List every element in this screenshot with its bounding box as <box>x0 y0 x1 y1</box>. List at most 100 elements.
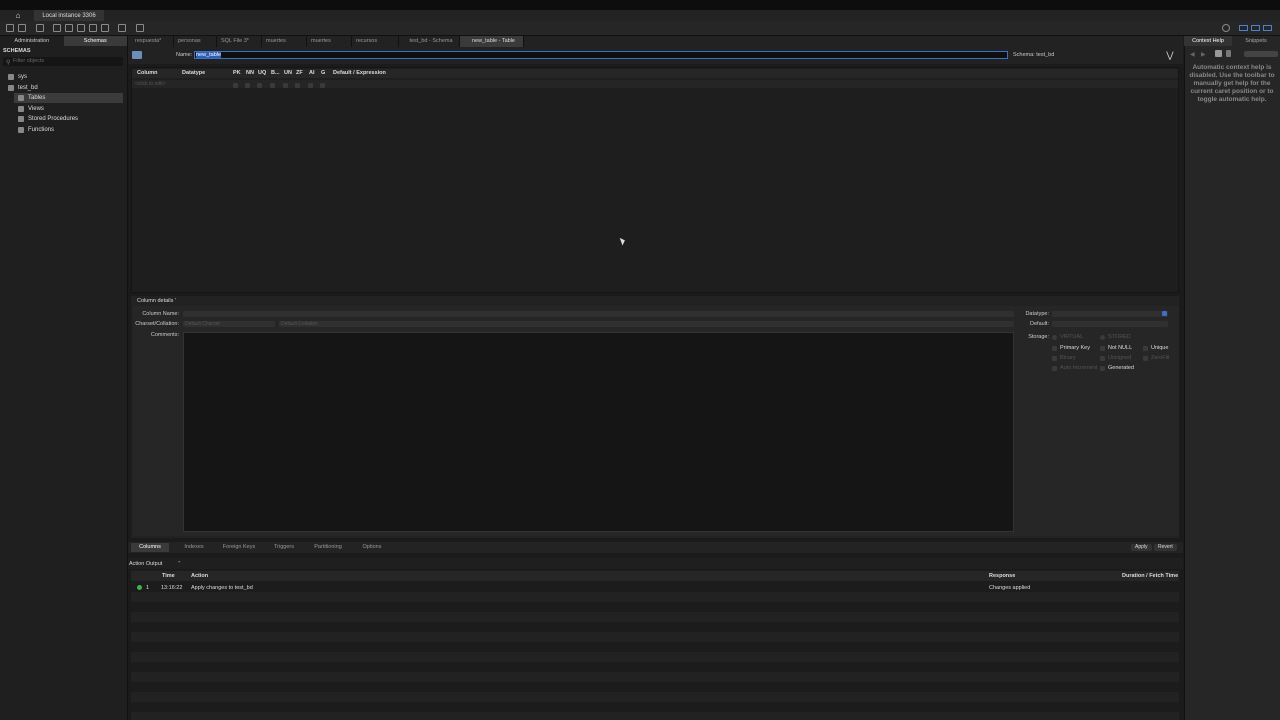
collapse-chevron-icon[interactable]: ⋁ <box>1165 50 1175 60</box>
header-duration[interactable]: Duration / Fetch Time <box>1122 573 1178 579</box>
header-zf[interactable]: ZF <box>296 70 303 76</box>
header-action[interactable]: Action <box>191 573 208 579</box>
create-view-icon[interactable] <box>77 24 85 32</box>
header-response[interactable]: Response <box>989 573 1015 579</box>
tab-administration[interactable]: Administration <box>0 36 64 46</box>
un-checkbox[interactable] <box>283 83 288 88</box>
tab-snippets[interactable]: Snippets <box>1232 36 1280 46</box>
editor-tab[interactable]: personas <box>174 36 217 47</box>
header-g[interactable]: G <box>321 70 325 76</box>
manual-help-icon[interactable] <box>1226 50 1231 57</box>
comments-textarea[interactable] <box>183 332 1014 532</box>
create-function-icon[interactable] <box>101 24 109 32</box>
header-time[interactable]: Time <box>162 573 175 579</box>
toggle-sidebar-icon[interactable] <box>1239 25 1248 31</box>
uq-checkbox[interactable] <box>257 83 262 88</box>
editor-tab[interactable]: recursos <box>352 36 399 47</box>
storage-virtual-radio[interactable]: VIRTUAL <box>1052 334 1083 340</box>
forward-arrow-icon[interactable]: ▶ <box>1201 51 1206 58</box>
tree-tables[interactable]: Tables <box>14 93 123 103</box>
generated-checkbox[interactable]: Generated <box>1100 365 1134 371</box>
editor-tab[interactable]: SQL File 3* <box>217 36 262 47</box>
home-icon[interactable]: ⌂ <box>8 10 28 21</box>
auto-help-toggle-icon[interactable] <box>1215 50 1222 57</box>
tree-schema-sys[interactable]: sys <box>8 72 27 82</box>
checkbox-icon <box>1052 345 1057 351</box>
header-un[interactable]: UN <box>284 70 292 76</box>
header-default[interactable]: Default / Expression <box>333 70 386 76</box>
storage-label: Storage: <box>1028 334 1049 340</box>
header-nn[interactable]: NN <box>246 70 254 76</box>
tab-columns[interactable]: Columns <box>131 543 169 552</box>
table-name-input[interactable]: new_table <box>194 51 1008 59</box>
create-table-icon[interactable] <box>65 24 73 32</box>
default-input[interactable] <box>1052 321 1168 327</box>
create-schema-icon[interactable] <box>53 24 61 32</box>
reconnect-icon[interactable] <box>136 24 144 32</box>
connection-tab[interactable]: Local instance 3306 <box>34 10 104 21</box>
output-dropdown-icon[interactable]: ⌃ <box>177 561 182 567</box>
toggle-output-icon[interactable] <box>1251 25 1260 31</box>
editor-tab[interactable]: test_bd - Schema <box>399 36 460 47</box>
tab-partitioning[interactable]: Partitioning <box>308 543 348 552</box>
column-name-input[interactable] <box>183 311 1014 317</box>
checkbox-icon <box>1100 365 1105 371</box>
header-uq[interactable]: UQ <box>258 70 266 76</box>
toggle-secondary-sidebar-icon[interactable] <box>1263 25 1272 31</box>
default-label: Default: <box>1030 321 1049 327</box>
tree-functions[interactable]: Functions <box>18 125 54 135</box>
tab-foreign-keys[interactable]: Foreign Keys <box>218 543 260 552</box>
datatype-input[interactable] <box>1052 311 1168 317</box>
filter-objects-input[interactable]: Filter objects <box>3 57 123 66</box>
g-checkbox[interactable] <box>320 83 325 88</box>
tree-views[interactable]: Views <box>18 104 44 114</box>
inspector-icon[interactable] <box>36 24 44 32</box>
action-output-title[interactable]: Action Output <box>129 561 162 567</box>
apply-button[interactable]: Apply <box>1131 544 1152 551</box>
help-topic-selector[interactable] <box>1244 51 1278 57</box>
tab-options[interactable]: Options <box>353 543 391 552</box>
editor-tab[interactable]: muertes <box>307 36 352 47</box>
header-b[interactable]: B... <box>271 70 280 76</box>
tab-indexes[interactable]: Indexes <box>175 543 213 552</box>
primary-key-checkbox[interactable]: Primary Key <box>1052 345 1090 351</box>
unsigned-checkbox[interactable]: Unsigned <box>1100 355 1131 361</box>
back-arrow-icon[interactable]: ◀ <box>1190 51 1195 58</box>
columns-grid[interactable] <box>131 67 1179 293</box>
charset-select[interactable]: Default Charset <box>183 321 275 327</box>
datatype-dropdown-icon[interactable] <box>1162 311 1167 316</box>
pk-checkbox[interactable] <box>233 83 238 88</box>
settings-gear-icon[interactable] <box>1222 24 1230 32</box>
open-sql-script-icon[interactable] <box>18 24 26 32</box>
tab-schemas[interactable]: Schemas <box>63 36 127 46</box>
header-column[interactable]: Column <box>137 70 157 76</box>
collation-select[interactable]: Default Collation <box>279 321 1014 327</box>
search-table-data-icon[interactable] <box>118 24 126 32</box>
tab-context-help[interactable]: Context Help <box>1184 36 1232 46</box>
table-row[interactable] <box>132 80 1178 88</box>
editor-tab[interactable]: respuesta* <box>131 36 174 47</box>
binary-checkbox[interactable]: Binary <box>1052 355 1076 361</box>
editor-tab[interactable]: muertes <box>262 36 307 47</box>
tree-schema-test-bd[interactable]: test_bd <box>8 83 38 93</box>
zerofill-checkbox[interactable]: ZeroFill <box>1143 355 1169 361</box>
not-null-checkbox[interactable]: Not NULL <box>1100 345 1132 351</box>
nn-checkbox[interactable] <box>245 83 250 88</box>
editor-tab-active[interactable]: new_table - Table <box>460 36 524 47</box>
tab-triggers[interactable]: Triggers <box>265 543 303 552</box>
storage-stored-radio[interactable]: STORED <box>1100 334 1131 340</box>
header-datatype[interactable]: Datatype <box>182 70 205 76</box>
header-pk[interactable]: PK <box>233 70 241 76</box>
ai-checkbox[interactable] <box>308 83 313 88</box>
zf-checkbox[interactable] <box>295 83 300 88</box>
b-checkbox[interactable] <box>270 83 275 88</box>
grid-click-to-edit[interactable]: <click to edit> <box>135 81 166 87</box>
checkbox-icon <box>1052 355 1057 361</box>
revert-button[interactable]: Revert <box>1154 544 1177 551</box>
tree-stored-procedures[interactable]: Stored Procedures <box>18 114 78 124</box>
new-sql-tab-icon[interactable] <box>6 24 14 32</box>
unique-checkbox[interactable]: Unique <box>1143 345 1168 351</box>
header-ai[interactable]: AI <box>309 70 315 76</box>
auto-increment-checkbox[interactable]: Auto Increment <box>1052 365 1097 371</box>
create-procedure-icon[interactable] <box>89 24 97 32</box>
